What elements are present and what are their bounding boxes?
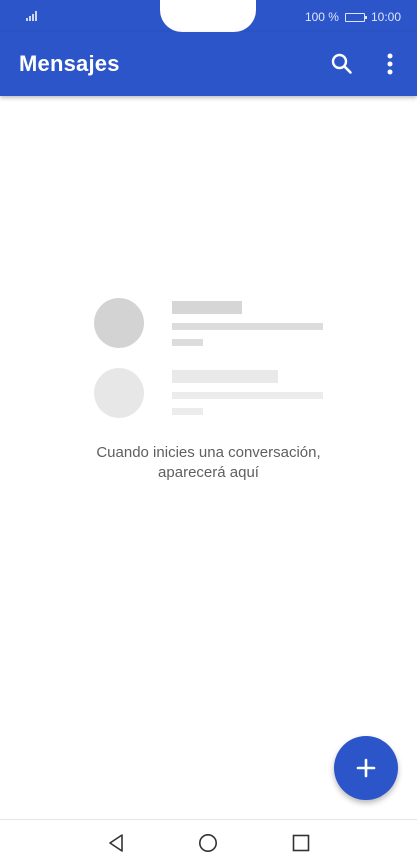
placeholder-line — [172, 392, 323, 399]
status-time: 10:00 — [370, 10, 401, 24]
placeholder-line — [172, 339, 203, 346]
empty-state: Cuando inicies una conversación, aparece… — [0, 96, 417, 796]
plus-icon — [356, 758, 376, 778]
page-title: Mensajes — [19, 51, 120, 76]
display-notch — [160, 0, 256, 32]
placeholder-avatar — [94, 368, 144, 418]
recents-button[interactable] — [292, 834, 310, 857]
back-button[interactable] — [106, 833, 126, 858]
signal-icon — [26, 11, 38, 21]
search-button[interactable] — [328, 50, 356, 78]
navigation-bar — [0, 819, 417, 866]
placeholder-line — [172, 408, 203, 415]
placeholder-line — [172, 370, 278, 383]
empty-state-message: Cuando inicies una conversación, aparece… — [96, 444, 321, 481]
battery-percentage: 100 % — [304, 10, 339, 24]
search-icon — [331, 53, 352, 74]
more-vert-icon — [387, 53, 393, 75]
new-conversation-button[interactable] — [334, 736, 398, 800]
recents-icon — [292, 834, 310, 852]
battery-icon — [344, 12, 367, 22]
home-button[interactable] — [198, 833, 218, 858]
more-options-button[interactable] — [378, 50, 402, 78]
placeholder-line — [172, 323, 323, 330]
home-icon — [199, 834, 217, 852]
placeholder-avatar — [94, 298, 144, 348]
app-bar: Mensajes — [0, 32, 417, 96]
status-bar: 100 % 10:00 — [0, 0, 417, 32]
placeholder-line — [172, 301, 242, 314]
back-icon — [109, 834, 123, 852]
